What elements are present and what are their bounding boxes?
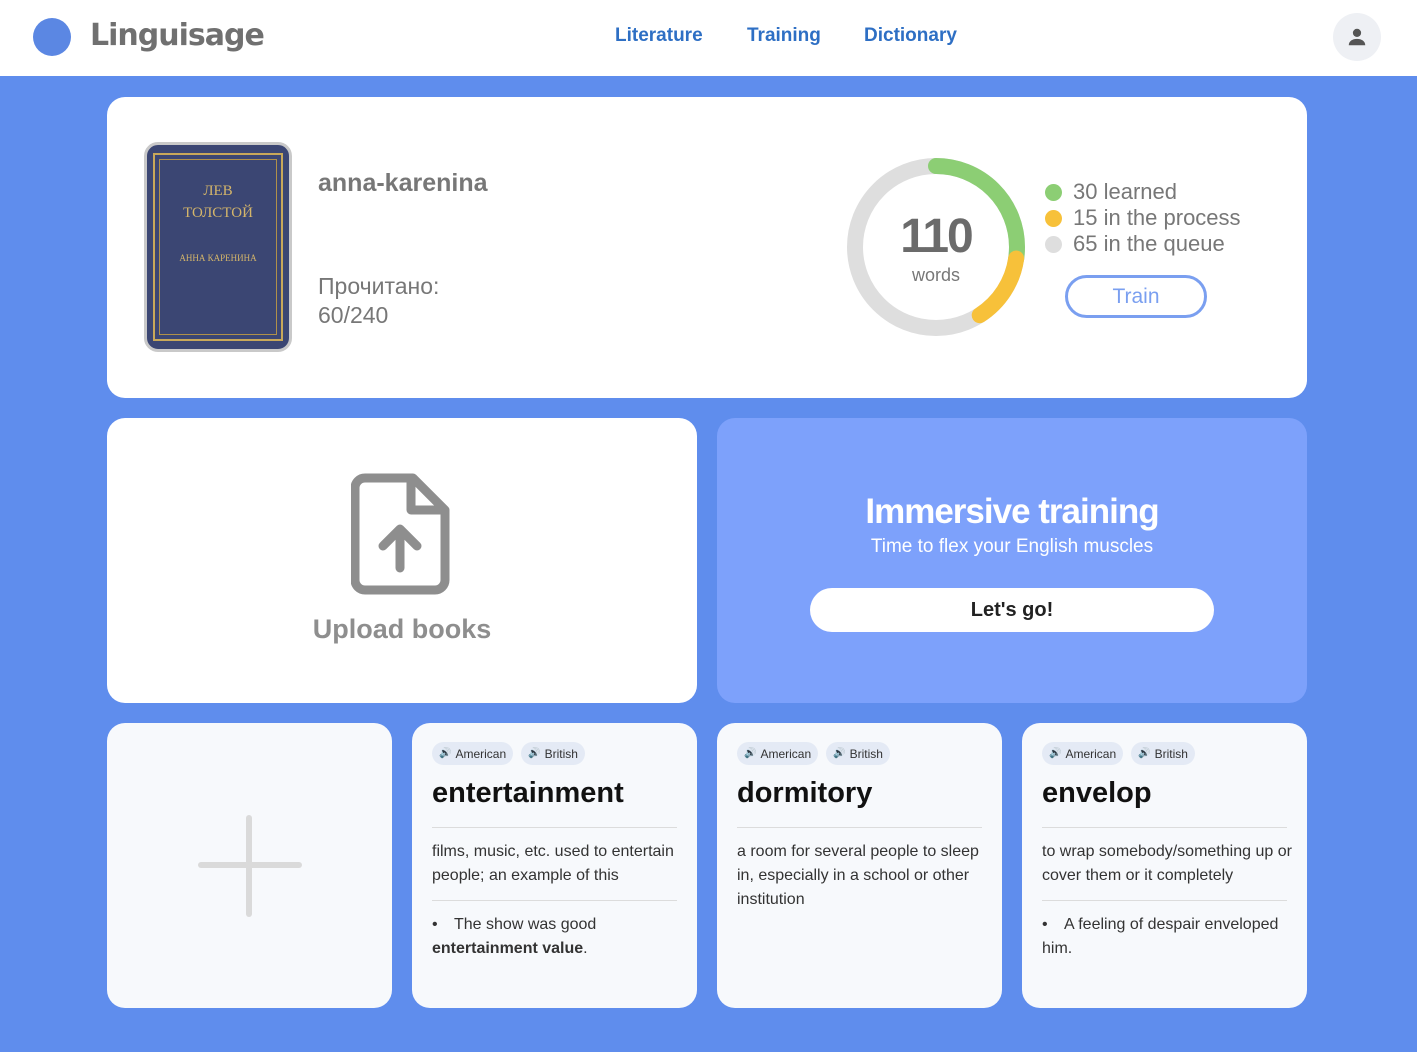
speaker-icon: 🔊 (528, 748, 541, 759)
words-total-label: words (911, 265, 960, 285)
american-pronunciation-button[interactable]: 🔊 American (737, 742, 819, 765)
cover-frame (153, 153, 283, 341)
words-progress-ring: 110 words (844, 155, 1028, 339)
word-card-envelop: 🔊 American 🔊 British envelop to wrap someb… (1022, 723, 1307, 1008)
cover-author-first: ЛЕВ (203, 183, 233, 199)
legend-in-process: 15 in the process (1045, 205, 1241, 231)
divider (432, 900, 677, 901)
bullet: • (432, 916, 438, 933)
speaker-icon: 🔊 (1049, 748, 1062, 759)
train-button[interactable]: Train (1065, 275, 1207, 318)
cover-book-title: АННА КАРЕНИНА (179, 253, 257, 263)
word-definition: a room for several people to sleep in, e… (737, 843, 979, 908)
word-example: • A feeling of despair enveloped him. (1042, 913, 1292, 961)
american-label: American (760, 746, 812, 761)
immersive-title: Immersive training (865, 492, 1159, 531)
legend-learned-text: 30 learned (1073, 179, 1177, 204)
user-icon (1348, 28, 1366, 46)
read-progress: Прочитано: 60/240 (318, 272, 439, 330)
divider (1042, 827, 1287, 828)
user-avatar-button[interactable] (1333, 13, 1381, 61)
american-pronunciation-button[interactable]: 🔊 American (1042, 742, 1124, 765)
plus-icon-bar (198, 862, 302, 868)
learned-dot-icon (1045, 183, 1062, 201)
example-text-end: . (583, 940, 588, 957)
nav-literature[interactable]: Literature (615, 25, 703, 47)
in-process-dot-icon (1045, 209, 1062, 227)
logo-text[interactable]: Linguisage (90, 18, 265, 53)
word-title: dormitory (737, 777, 873, 809)
speaker-icon: 🔊 (439, 748, 452, 759)
american-pronunciation-button[interactable]: 🔊 American (432, 742, 514, 765)
nav-dictionary[interactable]: Dictionary (864, 25, 957, 47)
british-label: British (1154, 746, 1188, 761)
file-upload-icon (351, 473, 450, 595)
upload-books-card[interactable]: Upload books (107, 418, 697, 703)
upload-books-label: Upload books (312, 614, 492, 644)
british-label: British (544, 746, 578, 761)
divider (737, 827, 982, 828)
word-card-dormitory: 🔊 American 🔊 British dormitory a room for … (717, 723, 1002, 1008)
words-total: 110 (900, 210, 973, 263)
book-cover[interactable]: ЛЕВ ТОЛСТОЙ АННА КАРЕНИНА (144, 142, 292, 352)
example-highlight: entertainment value (432, 940, 584, 957)
american-label: American (455, 746, 507, 761)
british-pronunciation-button[interactable]: 🔊 British (1131, 742, 1195, 765)
add-word-card[interactable] (107, 723, 392, 1008)
legend-learned: 30 learned (1045, 179, 1177, 205)
example-text: A feeling of despair enveloped him. (1042, 916, 1279, 957)
word-title: entertainment (432, 777, 624, 809)
logo-icon[interactable] (33, 18, 71, 56)
read-progress-value: 60/240 (318, 302, 389, 328)
read-progress-label: Прочитано: (318, 273, 440, 299)
current-book-card: ЛЕВ ТОЛСТОЙ АННА КАРЕНИНА anna-karenina … (107, 97, 1307, 398)
word-definition: films, music, etc. used to entertain peo… (432, 843, 674, 884)
word-card-entertainment: 🔊 American 🔊 British entertainment films, … (412, 723, 697, 1008)
speaker-icon: 🔊 (1138, 748, 1151, 759)
word-example: • The show was good entertainment value. (432, 913, 682, 961)
nav-training[interactable]: Training (747, 25, 821, 47)
british-pronunciation-button[interactable]: 🔊 British (826, 742, 890, 765)
american-label: American (1065, 746, 1117, 761)
lets-go-button[interactable]: Let's go! (810, 588, 1214, 632)
speaker-icon: 🔊 (744, 748, 757, 759)
legend-in-queue-text: 65 in the queue (1073, 231, 1225, 256)
legend-in-process-text: 15 in the process (1073, 205, 1241, 230)
divider (1042, 900, 1287, 901)
immersive-subtitle: Time to flex your English muscles (870, 536, 1154, 557)
word-definition: to wrap somebody/something up or cover t… (1042, 843, 1292, 884)
word-title: envelop (1042, 777, 1152, 809)
immersive-training-card: Immersive training Time to flex your Eng… (717, 418, 1307, 703)
pronunciation-buttons: 🔊 American 🔊 British (432, 742, 585, 765)
top-header: Linguisage Literature Training Dictionar… (0, 0, 1417, 76)
british-pronunciation-button[interactable]: 🔊 British (521, 742, 585, 765)
british-label: British (849, 746, 883, 761)
legend-in-queue: 65 in the queue (1045, 231, 1225, 257)
cover-author-last: ТОЛСТОЙ (183, 205, 253, 221)
bullet: • (1042, 916, 1048, 933)
example-text: The show was good (454, 916, 597, 933)
pronunciation-buttons: 🔊 American 🔊 British (737, 742, 890, 765)
pronunciation-buttons: 🔊 American 🔊 British (1042, 742, 1195, 765)
in-queue-dot-icon (1045, 235, 1062, 253)
divider (432, 827, 677, 828)
speaker-icon: 🔊 (833, 748, 846, 759)
book-title[interactable]: anna-karenina (318, 169, 488, 198)
